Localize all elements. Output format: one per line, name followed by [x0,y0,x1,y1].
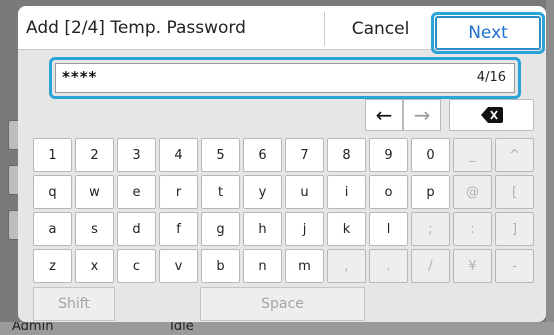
key[interactable]: d [117,212,156,246]
password-value: **** [62,68,98,86]
key[interactable]: j [285,212,324,246]
key[interactable]: : [453,212,492,246]
shift-key[interactable]: Shift [33,287,115,321]
key[interactable]: 5 [201,138,240,172]
password-input[interactable]: **** 4/16 [55,63,515,93]
key[interactable]: 2 [75,138,114,172]
arrow-left-icon: ← [375,103,393,127]
key[interactable]: . [369,249,408,283]
space-key[interactable]: Space [200,287,365,321]
key[interactable]: / [411,249,450,283]
background-status-bar: Admin Idle [0,322,554,335]
key[interactable]: 7 [285,138,324,172]
key[interactable]: l [369,212,408,246]
key[interactable]: [ [495,175,534,209]
key[interactable]: ¥ [453,249,492,283]
key[interactable]: z [33,249,72,283]
key[interactable]: 9 [369,138,408,172]
key[interactable]: s [75,212,114,246]
key[interactable]: w [75,175,114,209]
key[interactable]: a [33,212,72,246]
key[interactable]: 8 [327,138,366,172]
key[interactable]: p [411,175,450,209]
key[interactable]: m [285,249,324,283]
key[interactable]: 0 [411,138,450,172]
key[interactable]: t [201,175,240,209]
key[interactable]: u [285,175,324,209]
arrow-right-icon: → [413,103,431,127]
key[interactable]: x [75,249,114,283]
status-user: Admin [12,322,54,334]
key[interactable]: e [117,175,156,209]
next-button[interactable]: Next [435,16,541,50]
key[interactable]: n [243,249,282,283]
key[interactable]: 1 [33,138,72,172]
key[interactable]: _ [453,138,492,172]
status-state: Idle [170,322,194,334]
dialog-title: Add [2/4] Temp. Password [26,18,246,38]
cursor-left-button[interactable]: ← [365,99,403,131]
key[interactable]: - [495,249,534,283]
password-dialog: Add [2/4] Temp. Password Cancel Next ***… [18,6,546,322]
key[interactable]: b [201,249,240,283]
key[interactable]: c [117,249,156,283]
key[interactable]: @ [453,175,492,209]
key[interactable]: ; [411,212,450,246]
key[interactable]: y [243,175,282,209]
key[interactable]: o [369,175,408,209]
key[interactable]: h [243,212,282,246]
backspace-icon [480,107,503,123]
key[interactable]: 4 [159,138,198,172]
key[interactable]: 3 [117,138,156,172]
key[interactable]: k [327,212,366,246]
key[interactable]: i [327,175,366,209]
key[interactable]: ] [495,212,534,246]
key[interactable]: v [159,249,198,283]
key[interactable]: f [159,212,198,246]
key[interactable]: 6 [243,138,282,172]
cancel-button[interactable]: Cancel [324,12,436,46]
key[interactable]: ^ [495,138,534,172]
background-panel [546,0,554,335]
key[interactable]: , [327,249,366,283]
backspace-button[interactable] [449,99,534,131]
key[interactable]: g [201,212,240,246]
key[interactable]: r [159,175,198,209]
cursor-right-button[interactable]: → [403,99,441,131]
key[interactable]: q [33,175,72,209]
character-count: 4/16 [476,70,506,85]
